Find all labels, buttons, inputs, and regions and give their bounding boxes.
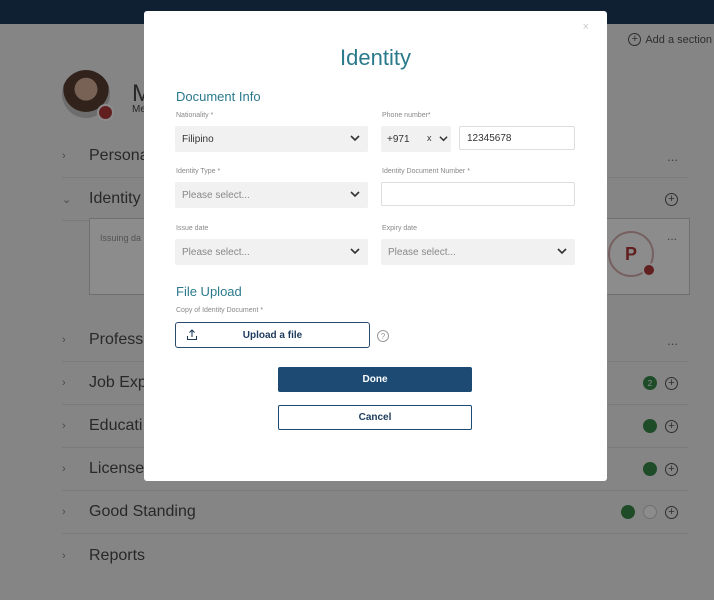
done-button[interactable]: Done <box>278 367 472 392</box>
modal-title: Identity <box>340 45 411 70</box>
identity-modal: × Identity Document Info Nationality * F… <box>144 11 607 481</box>
copy-document-label: Copy of Identity Document * <box>176 307 264 314</box>
clear-icon[interactable]: x <box>427 133 432 143</box>
help-icon[interactable]: ? <box>377 330 389 342</box>
upload-file-button[interactable]: Upload a file <box>175 322 370 348</box>
issue-date-label: Issue date <box>176 225 209 232</box>
expiry-date-placeholder: Please select... <box>388 246 456 258</box>
expiry-date-select[interactable]: Please select... <box>381 239 575 265</box>
phone-code-value: +971 <box>387 133 410 145</box>
cancel-button[interactable]: Cancel <box>278 405 472 430</box>
issue-date-select[interactable]: Please select... <box>175 239 368 265</box>
nationality-label: Nationality * <box>176 112 214 119</box>
identity-type-label: Identity Type * <box>176 168 221 175</box>
close-icon[interactable]: × <box>583 21 589 33</box>
phone-label: Phone number* <box>382 112 431 119</box>
identity-type-placeholder: Please select... <box>182 189 250 201</box>
chevron-down-icon <box>350 135 360 142</box>
phone-code-select[interactable]: +971 x <box>381 126 451 152</box>
identity-number-label: Identity Document Number * <box>382 168 470 175</box>
identity-number-input[interactable] <box>381 182 575 206</box>
nationality-value: Filipino <box>182 133 214 145</box>
upload-file-label: Upload a file <box>242 329 303 341</box>
phone-number-value: 12345678 <box>467 132 512 144</box>
document-info-title: Document Info <box>176 89 261 104</box>
upload-icon <box>186 329 198 341</box>
phone-number-input[interactable]: 12345678 <box>459 126 575 150</box>
issue-date-placeholder: Please select... <box>182 246 250 258</box>
chevron-down-icon <box>557 248 567 255</box>
chevron-down-icon <box>439 136 448 142</box>
chevron-down-icon <box>350 191 360 198</box>
expiry-date-label: Expiry date <box>382 225 418 232</box>
chevron-down-icon <box>350 248 360 255</box>
nationality-select[interactable]: Filipino <box>175 126 368 152</box>
identity-type-select[interactable]: Please select... <box>175 182 368 208</box>
file-upload-title: File Upload <box>176 284 242 299</box>
